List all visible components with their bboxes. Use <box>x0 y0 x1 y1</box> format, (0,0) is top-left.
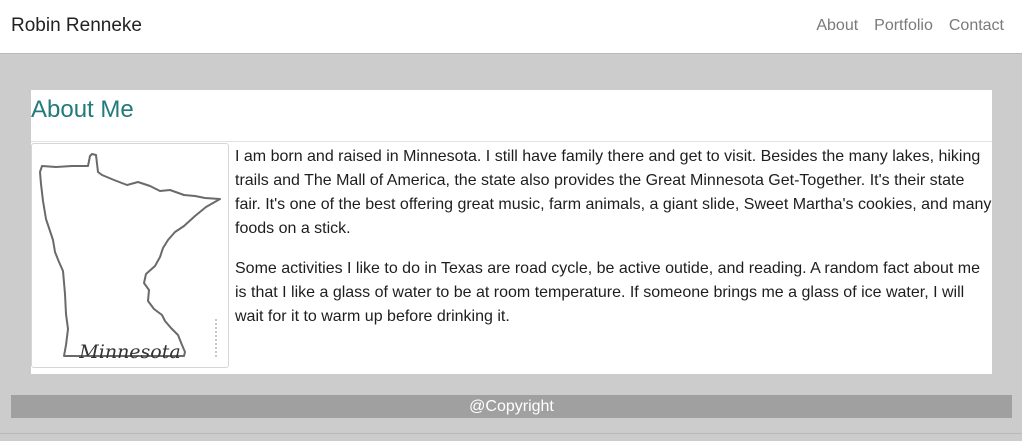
about-card: About Me Minnesota I am born and raised … <box>31 90 992 374</box>
footer: @Copyright <box>11 395 1012 418</box>
about-text: I am born and raised in Minnesota. I sti… <box>235 145 992 345</box>
map-label: Minnesota <box>79 341 181 363</box>
minnesota-map-icon <box>39 153 221 358</box>
brand-link[interactable]: Robin Renneke <box>11 14 142 38</box>
nav-link-portfolio[interactable]: Portfolio <box>874 16 933 36</box>
minnesota-image: Minnesota <box>31 143 229 368</box>
paragraph-1: I am born and raised in Minnesota. I sti… <box>235 148 992 237</box>
nav-link-contact[interactable]: Contact <box>949 16 1004 36</box>
nav-links: About Portfolio Contact <box>816 16 1004 36</box>
nav-link-about[interactable]: About <box>816 16 858 36</box>
section-title: About Me <box>31 96 134 123</box>
paragraph-2: Some activities I like to do in Texas ar… <box>235 260 981 325</box>
title-divider <box>31 141 992 142</box>
navbar: Robin Renneke About Portfolio Contact <box>0 0 1022 54</box>
bottom-divider <box>0 433 1022 434</box>
